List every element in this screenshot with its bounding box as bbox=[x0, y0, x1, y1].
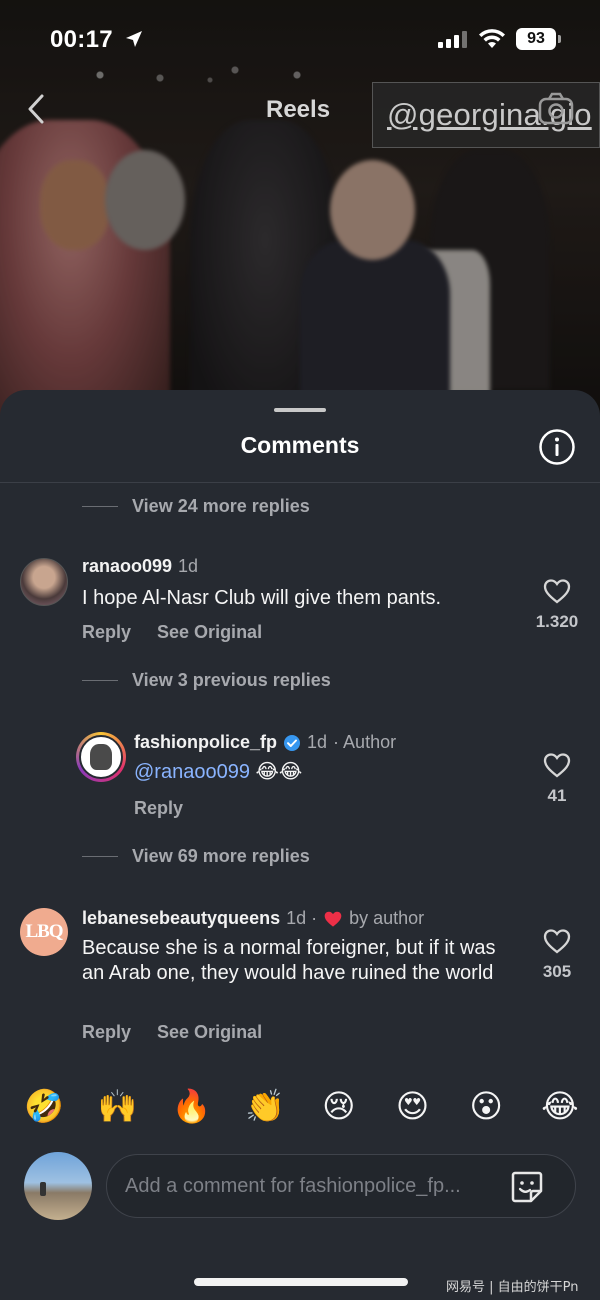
comment-text: Because she is a normal foreigner, but i… bbox=[82, 937, 496, 984]
view-more-replies-button[interactable]: View 24 more replies bbox=[82, 494, 310, 518]
avatar-story-ring[interactable] bbox=[76, 732, 126, 782]
reply-button[interactable]: Reply bbox=[134, 798, 183, 819]
avatar bbox=[79, 735, 123, 779]
comment-actions: Reply See Original bbox=[82, 1022, 262, 1043]
back-chevron-icon[interactable] bbox=[22, 92, 52, 126]
heart-icon[interactable] bbox=[543, 752, 571, 778]
comment-username[interactable]: lebanesebeautyqueens bbox=[82, 908, 280, 929]
reply-button[interactable]: Reply bbox=[82, 622, 131, 643]
avatar[interactable] bbox=[20, 558, 68, 606]
emoji-fire-button[interactable]: 🔥 bbox=[171, 1086, 211, 1126]
sheet-drag-handle[interactable] bbox=[274, 408, 326, 412]
comment-username[interactable]: ranaoo099 bbox=[82, 556, 172, 577]
home-indicator[interactable] bbox=[194, 1278, 408, 1286]
location-arrow-icon bbox=[126, 31, 142, 47]
view-more-replies-label: View 24 more replies bbox=[132, 495, 310, 516]
emoji-laughing-button[interactable]: 😂 bbox=[540, 1086, 580, 1126]
view-more-replies-label: View 69 more replies bbox=[132, 845, 310, 866]
battery-indicator: 93 bbox=[516, 28, 561, 50]
comment-header: fashionpolice_fp 1d · Author bbox=[134, 732, 396, 753]
cell-signal-icon bbox=[438, 30, 467, 48]
comment-text: @ranaoo099 😂😂 bbox=[134, 760, 302, 785]
emoji-rofl-button[interactable]: 🤣 bbox=[24, 1086, 64, 1126]
emoji-reaction-bar: 🤣 🙌 🔥 👏 😢 😍 😮 😂 bbox=[24, 1086, 580, 1126]
heart-icon[interactable] bbox=[543, 578, 571, 604]
avatar-figure bbox=[90, 744, 112, 770]
comment-input[interactable] bbox=[125, 1155, 505, 1217]
thread-line bbox=[82, 855, 118, 857]
comment-username[interactable]: fashionpolice_fp bbox=[134, 732, 277, 753]
comments-sheet: Comments View 24 more replies ranaoo099 … bbox=[0, 390, 600, 1300]
thread-line bbox=[82, 679, 118, 681]
comment-emojis: 😂😂 bbox=[255, 761, 303, 783]
comment-time: 1d · bbox=[286, 908, 318, 928]
mention-link[interactable]: @ranaoo099 bbox=[134, 761, 250, 783]
heart-filled-icon bbox=[324, 911, 342, 927]
view-more-replies-button[interactable]: View 69 more replies bbox=[82, 844, 310, 868]
comment-text: I hope Al-Nasr Club will give them pants… bbox=[82, 587, 442, 609]
comment-time: 1d bbox=[178, 556, 199, 576]
reels-title: Reels bbox=[266, 96, 331, 123]
like-control[interactable]: 1.320 bbox=[527, 578, 587, 632]
comment-composer[interactable] bbox=[106, 1154, 576, 1218]
view-previous-replies-button[interactable]: View 3 previous replies bbox=[82, 668, 331, 692]
camera-icon[interactable] bbox=[537, 92, 575, 126]
author-label: · Author bbox=[333, 732, 397, 752]
corner-watermark: 网易号 | 自由的饼干Pn bbox=[446, 1280, 579, 1295]
reply-button[interactable]: Reply bbox=[82, 1022, 131, 1043]
status-bar: 00:17 93 bbox=[0, 0, 600, 82]
emoji-crying-button[interactable]: 😢 bbox=[319, 1086, 359, 1126]
comment-actions: Reply See Original bbox=[82, 622, 262, 643]
comment-header: lebanesebeautyqueens 1d · by author bbox=[82, 908, 424, 929]
like-count: 1.320 bbox=[535, 612, 579, 631]
see-original-button[interactable]: See Original bbox=[157, 622, 262, 643]
like-control[interactable]: 305 bbox=[527, 928, 587, 982]
status-time: 00:17 bbox=[50, 26, 113, 53]
avatar[interactable]: LBQ bbox=[20, 908, 68, 956]
emoji-raised-hands-button[interactable]: 🙌 bbox=[98, 1086, 138, 1126]
avatar-figure bbox=[40, 1182, 46, 1196]
avatar-logo-text: LBQ bbox=[25, 921, 63, 942]
heart-icon[interactable] bbox=[543, 928, 571, 954]
wifi-icon bbox=[479, 29, 505, 48]
like-control[interactable]: 41 bbox=[527, 752, 587, 806]
see-original-button[interactable]: See Original bbox=[157, 1022, 262, 1043]
verified-badge-icon bbox=[284, 734, 301, 751]
liked-by-author-label: by author bbox=[349, 908, 425, 928]
view-previous-replies-label: View 3 previous replies bbox=[132, 669, 331, 690]
header-divider bbox=[0, 482, 600, 483]
info-icon[interactable] bbox=[538, 428, 576, 466]
comment-header: ranaoo099 1d bbox=[82, 556, 198, 577]
emoji-clap-button[interactable]: 👏 bbox=[245, 1086, 285, 1126]
like-count: 41 bbox=[547, 786, 567, 805]
sheet-title: Comments bbox=[240, 432, 360, 458]
my-avatar[interactable] bbox=[24, 1152, 92, 1220]
like-count: 305 bbox=[542, 962, 572, 981]
thread-line bbox=[82, 505, 118, 507]
sticker-icon[interactable] bbox=[509, 1169, 545, 1205]
emoji-surprised-button[interactable]: 😮 bbox=[466, 1086, 506, 1126]
comment-actions: Reply bbox=[134, 798, 183, 819]
emoji-heart-eyes-button[interactable]: 😍 bbox=[393, 1086, 433, 1126]
comment-time: 1d bbox=[307, 732, 328, 752]
